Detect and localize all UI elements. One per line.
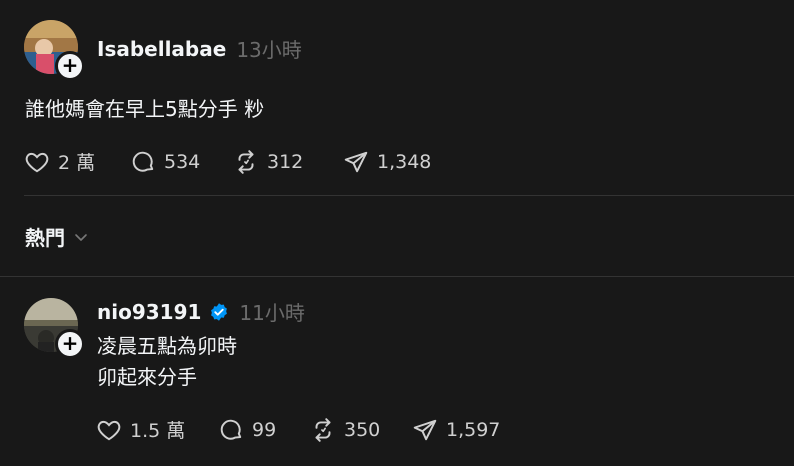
post-header: nio93191 11小時	[97, 297, 305, 326]
repost-count: 312	[267, 150, 304, 173]
like-count: 1.5 萬	[130, 420, 186, 442]
timestamp[interactable]: 13小時	[236, 34, 301, 63]
reply-count: 534	[164, 150, 201, 173]
action-bar: 2 萬 534 312 1,348	[24, 148, 431, 175]
avatar-container[interactable]: +	[24, 298, 85, 359]
comment-icon	[220, 419, 242, 440]
like-button[interactable]: 1.5 萬	[96, 416, 218, 443]
send-icon	[344, 151, 368, 172]
send-icon	[413, 419, 437, 440]
chevron-down-icon	[75, 233, 87, 241]
username[interactable]: Isabellabae	[97, 37, 226, 61]
action-bar: 1.5 萬 99 350 1,597	[96, 416, 500, 443]
comment-icon	[132, 151, 154, 172]
divider	[24, 195, 794, 196]
share-button[interactable]: 1,348	[343, 149, 431, 175]
heart-icon	[25, 152, 49, 172]
post-2: + nio93191 11小時 凌晨五點為卯時 卯起來分手 1.5 萬 99 3…	[0, 277, 794, 466]
sort-dropdown[interactable]: 熱門	[25, 222, 89, 251]
avatar-container[interactable]: +	[24, 20, 85, 81]
like-button[interactable]: 2 萬	[24, 148, 130, 175]
post-text: 凌晨五點為卯時 卯起來分手	[97, 331, 237, 393]
follow-plus-icon[interactable]: +	[55, 51, 85, 81]
repost-icon	[238, 149, 254, 174]
share-count: 1,348	[377, 150, 432, 173]
repost-count: 350	[344, 418, 381, 441]
follow-plus-icon[interactable]: +	[55, 329, 85, 359]
post-text: 誰他媽會在早上5點分手 粆	[25, 97, 265, 121]
share-count: 1,597	[446, 418, 501, 441]
verified-badge-icon	[211, 302, 228, 321]
repost-button[interactable]: 350	[310, 417, 412, 443]
post-text-line: 凌晨五點為卯時	[97, 334, 237, 358]
username[interactable]: nio93191	[97, 300, 201, 324]
share-button[interactable]: 1,597	[412, 417, 500, 443]
reply-button[interactable]: 99	[218, 417, 310, 443]
reply-count: 99	[252, 418, 277, 441]
heart-icon	[97, 420, 121, 440]
post-header: Isabellabae 13小時	[97, 34, 302, 63]
timestamp[interactable]: 11小時	[239, 297, 304, 326]
reply-button[interactable]: 534	[130, 149, 233, 175]
repost-button[interactable]: 312	[233, 149, 343, 175]
post-1: + Isabellabae 13小時 誰他媽會在早上5點分手 粆 2 萬 534…	[0, 0, 794, 195]
repost-icon	[315, 417, 331, 442]
like-count: 2 萬	[58, 152, 96, 174]
post-text-line: 卯起來分手	[97, 365, 197, 389]
sort-label: 熱門	[25, 226, 65, 250]
